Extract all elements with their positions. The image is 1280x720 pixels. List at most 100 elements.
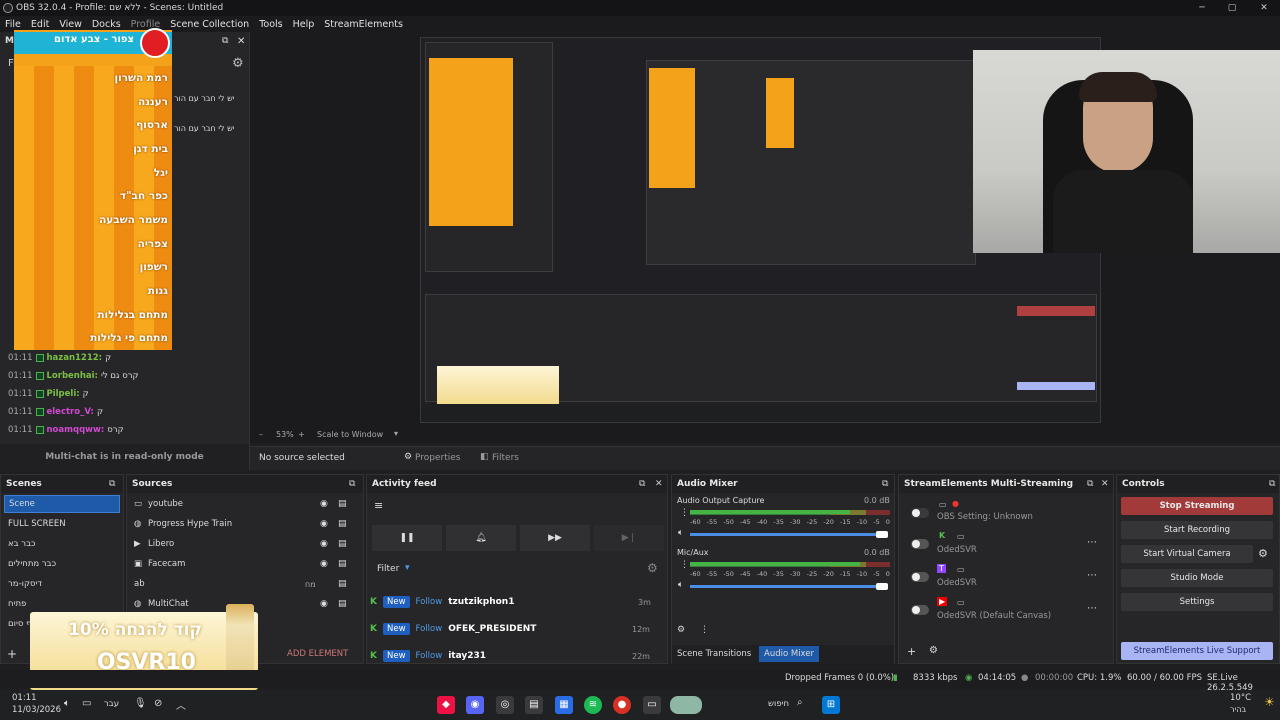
- bell-icon[interactable]: 🔔︎: [446, 525, 516, 551]
- weather-icon[interactable]: ☀: [1264, 695, 1275, 709]
- volume-knob[interactable]: [876, 531, 888, 538]
- network-icon[interactable]: ▭: [82, 698, 91, 709]
- lock-icon[interactable]: ▤: [338, 599, 347, 609]
- lock-icon[interactable]: ▤: [338, 579, 347, 589]
- zoom-level[interactable]: 53%: [276, 430, 294, 439]
- search-icon[interactable]: ⌕: [797, 697, 803, 708]
- windows-start-icon[interactable]: ⊞: [822, 696, 840, 714]
- gear-icon[interactable]: ⚙: [232, 56, 244, 71]
- menu-file[interactable]: File: [0, 19, 26, 30]
- scene-item[interactable]: כבר בא: [4, 535, 120, 553]
- float-icon[interactable]: ⧉: [1087, 475, 1093, 493]
- search-box[interactable]: חיפוש: [768, 699, 789, 709]
- lock-icon[interactable]: ▤: [338, 499, 347, 509]
- scene-item[interactable]: דיסקו-מר: [4, 575, 120, 593]
- chrome-icon[interactable]: ●: [613, 696, 631, 714]
- language-indicator[interactable]: עבר: [104, 699, 119, 709]
- filters-button[interactable]: Filters: [492, 453, 519, 463]
- volume-slider[interactable]: [690, 585, 888, 588]
- menu-scene-collection[interactable]: Scene Collection: [165, 19, 254, 30]
- filter-icon[interactable]: ◧: [480, 452, 489, 462]
- mic-icon[interactable]: 🎙︎: [134, 698, 147, 709]
- file-explorer-icon[interactable]: ▭: [643, 696, 661, 714]
- close-icon[interactable]: ✕: [1101, 475, 1109, 493]
- wallpaper-thumbnail[interactable]: [670, 696, 702, 714]
- more-icon[interactable]: ⋮: [680, 560, 689, 570]
- more-icon[interactable]: ⋮: [680, 508, 689, 518]
- studio-mode-button[interactable]: Studio Mode: [1121, 569, 1273, 587]
- chevron-down-icon[interactable]: ▾: [394, 429, 398, 438]
- plus-icon[interactable]: +: [298, 430, 305, 439]
- filter-dropdown[interactable]: Filter: [377, 564, 399, 574]
- menu-help[interactable]: Help: [288, 19, 320, 30]
- eye-icon[interactable]: ◉: [320, 499, 328, 509]
- skip-button[interactable]: ▶▶: [520, 525, 590, 551]
- weather-temp[interactable]: 10°C: [1230, 693, 1251, 703]
- float-icon[interactable]: ⧉: [349, 475, 355, 493]
- gear-icon[interactable]: ⚙: [647, 561, 658, 575]
- float-icon[interactable]: ⧉: [639, 475, 645, 493]
- notes-app-icon[interactable]: ▤: [525, 696, 543, 714]
- eye-icon[interactable]: ◉: [320, 519, 328, 529]
- start-virtual-camera-button[interactable]: Start Virtual Camera: [1121, 545, 1253, 563]
- start-recording-button[interactable]: Start Recording: [1121, 521, 1273, 539]
- notification-icon[interactable]: ⊘: [154, 698, 162, 709]
- more-icon[interactable]: ⋯: [1087, 537, 1097, 548]
- scene-item[interactable]: FULL SCREEN: [4, 515, 120, 533]
- clock-date[interactable]: 11/03/2026: [12, 705, 61, 715]
- gear-icon[interactable]: ⚙: [404, 452, 412, 462]
- weather-desc[interactable]: בהיר: [1230, 705, 1246, 714]
- activity-row[interactable]: K New Follow tzutzikphon1 3m: [370, 591, 651, 613]
- clock-time[interactable]: 01:11: [12, 693, 37, 703]
- speaker-icon[interactable]: 🔈︎: [678, 580, 683, 590]
- source-item[interactable]: ab מח: [130, 575, 358, 593]
- more-icon[interactable]: ⋯: [1087, 603, 1097, 614]
- spotify-icon[interactable]: ≋: [584, 696, 602, 714]
- lock-icon[interactable]: ▤: [338, 519, 347, 529]
- live-support-button[interactable]: StreamElements Live Support: [1121, 642, 1273, 660]
- more-icon[interactable]: ⋮: [700, 625, 709, 635]
- chevron-down-icon[interactable]: ▾: [405, 563, 410, 573]
- menu-view[interactable]: View: [54, 19, 87, 30]
- red-alert-app-icon[interactable]: ◆: [437, 696, 455, 714]
- activity-row[interactable]: K New Follow OFEK_PRESIDENT 12m: [370, 618, 650, 640]
- volume-slider[interactable]: [690, 533, 888, 536]
- minimize-button[interactable]: ─: [1188, 1, 1216, 15]
- menu-streamelements[interactable]: StreamElements: [319, 19, 408, 30]
- float-icon[interactable]: ⧉: [109, 475, 115, 493]
- eye-icon[interactable]: ◉: [320, 599, 328, 609]
- toggle[interactable]: [911, 539, 929, 549]
- properties-button[interactable]: Properties: [415, 453, 460, 463]
- lock-icon[interactable]: ▤: [338, 559, 347, 569]
- float-icon[interactable]: ⧉: [222, 36, 228, 46]
- settings-button[interactable]: Settings: [1121, 593, 1273, 611]
- discord-icon[interactable]: ◉: [466, 696, 484, 714]
- add-icon[interactable]: +: [907, 645, 916, 658]
- speaker-icon[interactable]: 🔈︎: [678, 528, 683, 538]
- tab-scene-transitions[interactable]: Scene Transitions: [677, 649, 751, 659]
- volume-knob[interactable]: [876, 583, 888, 590]
- menu-tools[interactable]: Tools: [254, 19, 287, 30]
- scale-mode[interactable]: Scale to Window: [317, 430, 383, 439]
- scene-item[interactable]: Scene: [4, 495, 120, 513]
- minus-icon[interactable]: –: [259, 430, 263, 439]
- float-icon[interactable]: ⧉: [882, 475, 888, 493]
- apps-grid-icon[interactable]: ▦: [555, 696, 573, 714]
- tab-audio-mixer[interactable]: Audio Mixer: [759, 646, 820, 662]
- float-icon[interactable]: ⧉: [1269, 475, 1275, 493]
- eye-icon[interactable]: ◉: [320, 539, 328, 549]
- gear-icon[interactable]: ⚙: [677, 625, 685, 635]
- toggle[interactable]: [911, 572, 929, 582]
- activity-row[interactable]: K New Follow itay231 22m: [370, 645, 650, 667]
- chevron-up-icon[interactable]: ︿: [176, 697, 186, 712]
- add-scene-icon[interactable]: +: [7, 647, 17, 661]
- pause-button[interactable]: ❚❚: [372, 525, 442, 551]
- menu-docks[interactable]: Docks: [87, 19, 126, 30]
- close-button[interactable]: ✕: [1250, 1, 1278, 15]
- close-icon[interactable]: ✕: [655, 475, 663, 493]
- scene-item[interactable]: כבר מתחילים: [4, 555, 120, 573]
- close-icon[interactable]: ✕: [237, 36, 245, 47]
- gear-icon[interactable]: ⚙: [929, 645, 938, 656]
- toggle[interactable]: [911, 605, 929, 615]
- toggle[interactable]: [911, 508, 929, 518]
